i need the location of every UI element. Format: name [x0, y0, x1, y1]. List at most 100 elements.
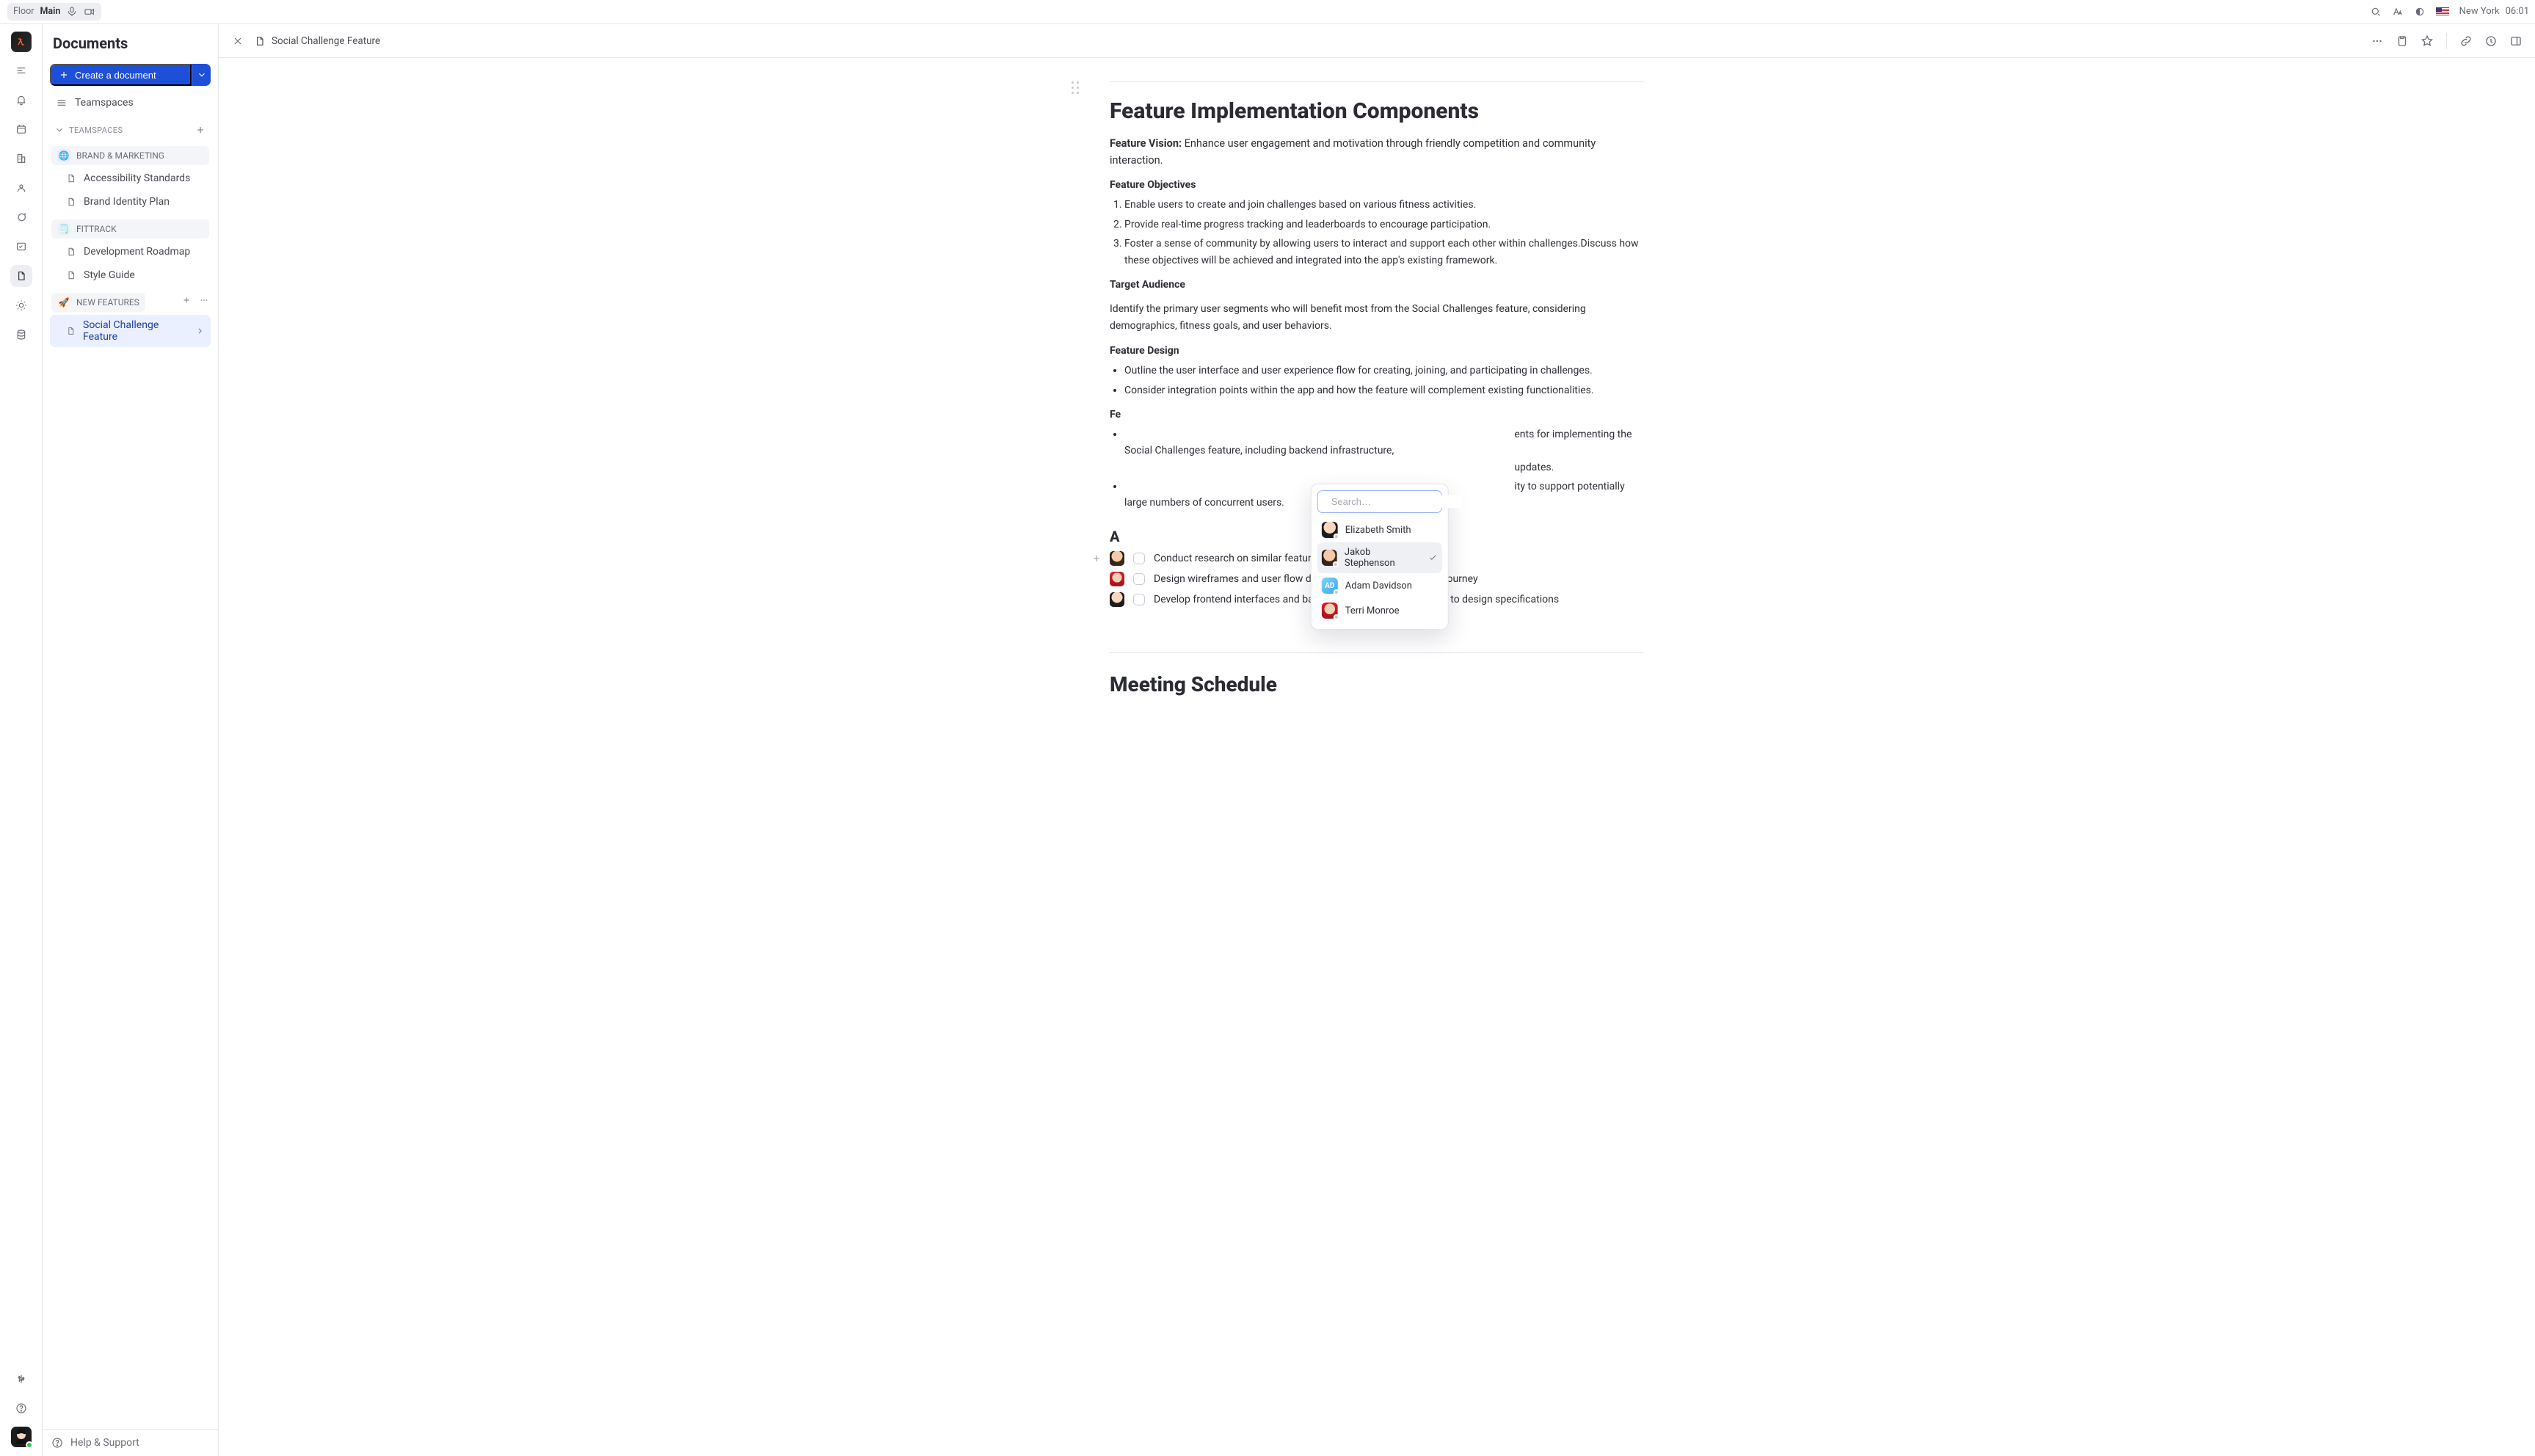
- space-chip-fittrack[interactable]: 🗒️ FITTRACK: [51, 219, 209, 239]
- rail-collapse-button[interactable]: [10, 59, 32, 81]
- sidebar-footer[interactable]: Help & Support: [43, 1429, 218, 1456]
- locale-flag-us[interactable]: [2436, 7, 2449, 16]
- feasibility-item: xxxxxxxxxxxxxxxxxxxxxxxxxxxxxxxxxxxxxxxx…: [1124, 426, 1644, 476]
- doc-row-dev-roadmap[interactable]: Development Roadmap: [50, 241, 211, 262]
- vision-text: Enhance user engagement and motivation t…: [1110, 137, 1596, 167]
- doc-row-style-guide[interactable]: Style Guide: [50, 265, 211, 285]
- rail-database-button[interactable]: [10, 324, 32, 346]
- section-teamspaces-header[interactable]: TEAMSPACES: [50, 123, 211, 137]
- space-chip-brand[interactable]: 🌐 BRAND & MARKETING: [51, 146, 209, 165]
- divider: [1110, 81, 1644, 82]
- rail-people-button[interactable]: [10, 177, 32, 199]
- copy-link-button[interactable]: [2457, 32, 2475, 50]
- history-button[interactable]: [2482, 32, 2500, 50]
- window-topbar: Floor Main New York 06:01: [0, 0, 2535, 23]
- create-document-button[interactable]: Create a document: [50, 64, 192, 86]
- vision-label: Feature Vision:: [1110, 137, 1182, 150]
- document-icon: [66, 270, 76, 280]
- sidebar: Documents Create a document Teamspaces T…: [43, 24, 219, 1456]
- task-checkbox[interactable]: [1133, 553, 1145, 564]
- toggle-right-panel-button[interactable]: [2507, 32, 2525, 50]
- design-heading: Feature Design: [1110, 345, 1644, 357]
- rail-documents-button[interactable]: [10, 265, 32, 287]
- sidebar-item-label: Teamspaces: [75, 97, 134, 109]
- design-list: Outline the user interface and user expe…: [1124, 363, 1644, 398]
- rail-light-button[interactable]: [10, 294, 32, 316]
- mention-search[interactable]: [1317, 490, 1442, 513]
- doc-row-social-challenge[interactable]: Social Challenge Feature: [50, 315, 211, 347]
- doc-title-chip[interactable]: Social Challenge Feature: [254, 35, 380, 47]
- mention-name: Terri Monroe: [1345, 605, 1400, 616]
- rail-calendar-button[interactable]: [10, 118, 32, 140]
- doc-label: Accessibility Standards: [84, 172, 190, 184]
- document-icon: [254, 35, 266, 47]
- section-teamspaces-add[interactable]: [194, 124, 206, 136]
- floor-room-chip[interactable]: Floor Main: [7, 3, 101, 21]
- rail-help-button[interactable]: [10, 1397, 32, 1419]
- mention-item[interactable]: Jakob Stephenson: [1317, 542, 1442, 573]
- section-teamspaces-label: TEAMSPACES: [69, 125, 123, 135]
- star-document-button[interactable]: [2418, 32, 2436, 50]
- presence-dot: [26, 1441, 33, 1449]
- check-icon: [1427, 553, 1437, 563]
- clock-widget: New York 06:01: [2459, 6, 2529, 17]
- audience-heading: Target Audience: [1110, 279, 1644, 291]
- section-heading: Feature Implementation Components: [1110, 98, 1644, 124]
- objective-item: Enable users to create and join challeng…: [1124, 197, 1644, 213]
- chevron-right-icon: [195, 326, 205, 336]
- search-icon[interactable]: [2370, 6, 2382, 18]
- doc-row-accessibility[interactable]: Accessibility Standards: [50, 168, 211, 189]
- rail-building-button[interactable]: [10, 148, 32, 170]
- mention-name: Adam Davidson: [1345, 580, 1412, 592]
- create-document-caret[interactable]: [192, 64, 211, 86]
- objectives-list: Enable users to create and join challeng…: [1124, 197, 1644, 269]
- space-emoji: 🌐: [57, 149, 70, 162]
- doc-title: Social Challenge Feature: [272, 35, 380, 47]
- space-emoji: 🗒️: [57, 222, 70, 236]
- meeting-heading: Meeting Schedule: [1110, 672, 1644, 696]
- help-icon: [51, 1437, 63, 1449]
- nav-rail: [0, 24, 43, 1456]
- space-add-icon[interactable]: [181, 295, 192, 305]
- document-icon: [66, 173, 76, 183]
- design-item: Consider integration points within the a…: [1124, 382, 1644, 398]
- clock-time: 06:01: [2506, 6, 2529, 17]
- drag-handle-icon[interactable]: [1072, 81, 1079, 94]
- space-label: NEW FEATURES: [76, 297, 139, 307]
- doc-row-brand-identity[interactable]: Brand Identity Plan: [50, 192, 211, 212]
- camera-icon[interactable]: [84, 6, 95, 18]
- task-checkbox[interactable]: [1133, 594, 1145, 605]
- tasks-panel-button[interactable]: [2393, 32, 2411, 50]
- main: Social Challenge Feature: [219, 24, 2535, 1456]
- doc-label: Style Guide: [84, 269, 135, 281]
- toolbar-separator: [2446, 33, 2447, 49]
- mention-item[interactable]: Terri Monroe: [1317, 598, 1442, 623]
- task-checkbox[interactable]: [1133, 573, 1145, 585]
- more-actions-button[interactable]: [2368, 32, 2386, 50]
- rail-avatar[interactable]: [11, 1427, 32, 1447]
- doc-toolbar: Social Challenge Feature: [219, 24, 2535, 58]
- mention-item[interactable]: Elizabeth Smith: [1317, 517, 1442, 542]
- rail-settings-button[interactable]: [10, 1368, 32, 1390]
- space-chip-new-features[interactable]: 🚀 NEW FEATURES: [51, 293, 145, 312]
- mention-search-input[interactable]: [1330, 495, 1462, 508]
- rail-chat-button[interactable]: [10, 206, 32, 228]
- add-task-icon[interactable]: [1091, 553, 1102, 564]
- sidebar-item-teamspaces[interactable]: Teamspaces: [48, 92, 212, 114]
- document-scroll[interactable]: Feature Implementation Components Featur…: [219, 58, 2535, 765]
- objectives-heading: Feature Objectives: [1110, 179, 1644, 191]
- mention-item[interactable]: AD Adam Davidson: [1317, 573, 1442, 598]
- mention-popover[interactable]: Elizabeth Smith Jakob Stephenson AD Adam…: [1311, 484, 1449, 630]
- design-item: Outline the user interface and user expe…: [1124, 363, 1644, 379]
- rail-checklist-button[interactable]: [10, 236, 32, 258]
- text-size-icon[interactable]: [2392, 6, 2404, 18]
- close-document-button[interactable]: [229, 32, 247, 50]
- workspace-logo[interactable]: [11, 32, 32, 52]
- space-more-icon[interactable]: [199, 295, 209, 305]
- topbar-right: New York 06:01: [2370, 6, 2529, 18]
- theme-icon[interactable]: [2414, 6, 2426, 18]
- mic-icon[interactable]: [66, 6, 78, 18]
- rail-notifications-button[interactable]: [10, 89, 32, 111]
- floor-room-name: Main: [40, 6, 60, 17]
- floor-label: Floor: [13, 6, 34, 17]
